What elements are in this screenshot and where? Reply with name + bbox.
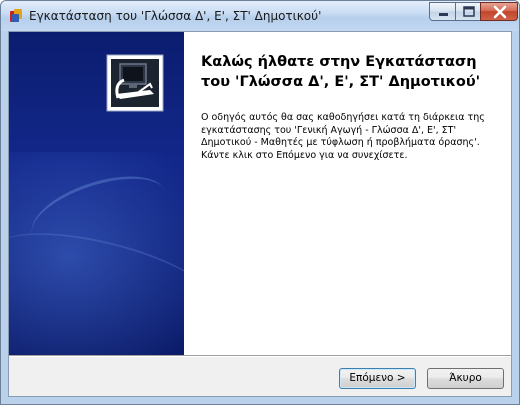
wizard-content-panel: Καλώς ήλθατε στην Εγκατάσταση του 'Γλώσσ… (184, 32, 511, 355)
installer-window: Εγκατάσταση του 'Γλώσσα Δ', Ε', ΣΤ' Δημο… (0, 0, 520, 405)
maximize-icon (463, 6, 475, 17)
welcome-description: Ο οδηγός αυτός θα σας καθοδηγήσει κατά τ… (201, 112, 485, 161)
next-button[interactable]: Επόμενο > (339, 368, 416, 389)
minimize-button[interactable] (429, 2, 456, 21)
wizard-side-banner (9, 32, 184, 355)
title-bar[interactable]: Εγκατάσταση του 'Γλώσσα Δ', Ε', ΣΤ' Δημο… (1, 1, 519, 31)
welcome-heading: Καλώς ήλθατε στην Εγκατάσταση του 'Γλώσσ… (201, 54, 481, 90)
close-button[interactable] (480, 2, 518, 21)
window-title: Εγκατάσταση του 'Γλώσσα Δ', Ε', ΣΤ' Δημο… (29, 9, 322, 23)
footer-divider (9, 355, 511, 357)
minimize-icon (439, 13, 448, 16)
close-icon (493, 5, 507, 19)
maximize-button[interactable] (455, 2, 481, 21)
wizard-client-area: Καλώς ήλθατε στην Εγκατάσταση του 'Γλώσσ… (8, 31, 512, 397)
app-icon (10, 9, 22, 22)
cancel-button[interactable]: Άκυρο (427, 368, 504, 389)
installer-computer-icon (106, 54, 164, 112)
